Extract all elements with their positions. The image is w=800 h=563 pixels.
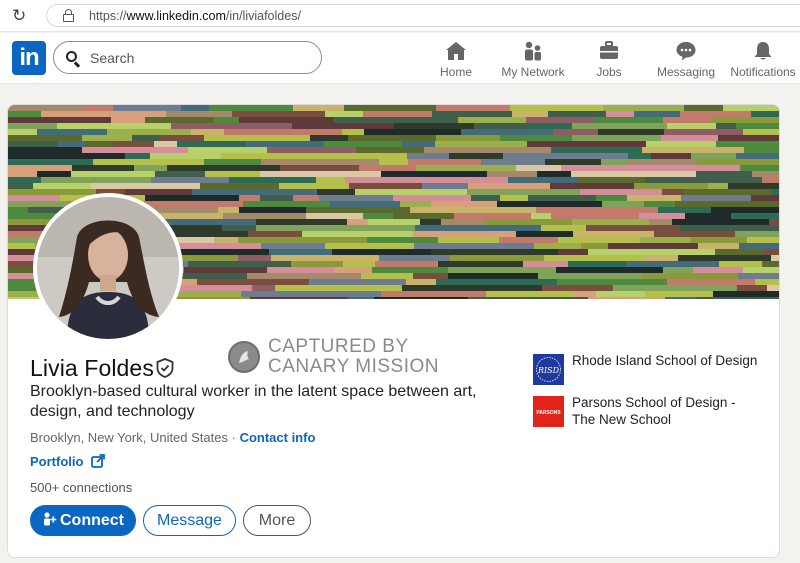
parsons-logo-text: PARSONS xyxy=(536,410,561,416)
lock-icon[interactable] xyxy=(63,9,74,22)
reload-icon[interactable]: ↻ xyxy=(12,6,32,26)
education-item-parsons[interactable]: PARSONS Parsons School of Design - The N… xyxy=(533,394,763,428)
canary-seal-icon xyxy=(228,341,260,373)
bell-icon xyxy=(730,39,796,63)
risd-logo-text: RISD xyxy=(537,366,560,375)
profile-avatar[interactable] xyxy=(33,193,183,343)
network-icon xyxy=(499,39,567,63)
canary-mission-watermark: CAPTURED BY CANARY MISSION xyxy=(228,337,468,377)
search-box[interactable] xyxy=(53,41,322,74)
connect-button[interactable]: Connect xyxy=(30,505,136,536)
url-field[interactable]: https://www.linkedin.com/in/liviafoldes/ xyxy=(46,4,800,27)
parsons-logo: PARSONS xyxy=(533,396,564,427)
nav-item-my-network[interactable]: My Network xyxy=(499,39,567,79)
portfolio-label: Portfolio xyxy=(30,454,84,469)
verified-shield-icon[interactable] xyxy=(156,358,174,378)
portfolio-link[interactable]: Portfolio xyxy=(30,454,105,471)
search-input[interactable] xyxy=(90,49,310,67)
global-nav: in Home My Network Jobs xyxy=(0,33,800,84)
nav-item-messaging[interactable]: Messaging xyxy=(656,39,716,79)
connections-count[interactable]: 500+ connections xyxy=(30,480,132,495)
more-button[interactable]: More xyxy=(243,505,311,536)
watermark-line-1: CAPTURED BY xyxy=(268,336,409,357)
location-line: Brooklyn, New York, United States · Cont… xyxy=(30,430,315,445)
briefcase-icon xyxy=(594,39,624,63)
connect-label: Connect xyxy=(60,512,124,529)
nav-item-jobs[interactable]: Jobs xyxy=(594,39,624,79)
external-link-icon xyxy=(91,454,105,471)
nav-label-messaging: Messaging xyxy=(656,65,716,79)
contact-info-link[interactable]: Contact info xyxy=(240,430,316,445)
profile-headline: Brooklyn-based cultural worker in the la… xyxy=(30,383,477,420)
chat-icon xyxy=(656,39,716,63)
education-item-risd[interactable]: RISD Rhode Island School of Design xyxy=(533,352,763,386)
linkedin-logo[interactable]: in xyxy=(12,41,46,75)
education-name-risd: Rhode Island School of Design xyxy=(572,353,758,368)
nav-item-notifications[interactable]: Notifications xyxy=(730,39,796,79)
browser-address-bar: ↻ https://www.linkedin.com/in/liviafolde… xyxy=(0,0,800,32)
nav-label-jobs: Jobs xyxy=(596,65,622,79)
profile-card: CAPTURED BY CANARY MISSION Livia Foldes … xyxy=(7,104,780,558)
nav-label-notifications: Notifications xyxy=(730,65,796,79)
education-name-parsons: Parsons School of Design - The New Schoo… xyxy=(572,395,736,427)
url-text[interactable]: https://www.linkedin.com/in/liviafoldes/ xyxy=(89,9,301,23)
watermark-line-2: CANARY MISSION xyxy=(268,356,440,377)
add-person-icon xyxy=(42,508,58,537)
name-row: Livia Foldes xyxy=(30,355,174,385)
profile-name: Livia Foldes xyxy=(30,355,154,381)
nav-label-my-network: My Network xyxy=(501,65,565,79)
watermark-text: CAPTURED BY CANARY MISSION xyxy=(268,337,439,377)
meta-separator: · xyxy=(228,430,240,445)
nav-item-home[interactable]: Home xyxy=(437,39,475,79)
search-icon xyxy=(66,51,81,68)
risd-logo: RISD xyxy=(533,354,564,385)
message-button[interactable]: Message xyxy=(143,505,236,536)
home-icon xyxy=(437,39,475,63)
location-text: Brooklyn, New York, United States xyxy=(30,430,228,445)
nav-label-home: Home xyxy=(439,65,472,79)
